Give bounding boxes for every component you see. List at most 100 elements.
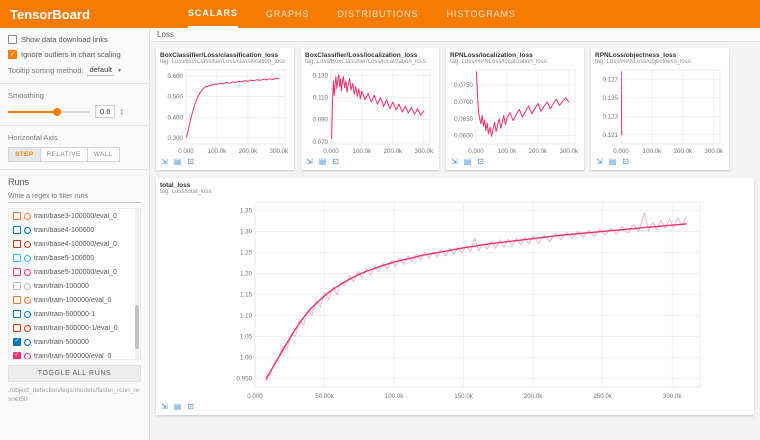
chart-plot[interactable]: 0.3000.4000.5000.6000.000100.0k200.0k300… [160,67,289,155]
run-row[interactable]: train/train-500000-1 [9,307,140,321]
chart-plot[interactable]: 0.0700.0900.1100.1300.000100.0k200.0k300… [305,67,434,155]
fit-domain-icon[interactable]: ⊡ [187,158,194,166]
svg-text:0.500: 0.500 [168,94,184,101]
svg-text:0.300: 0.300 [168,135,184,142]
chart-plot[interactable]: 0.1210.1230.1250.1270.000100.0k200.0k300… [595,67,724,155]
axis-relative-button[interactable]: RELATIVE [41,147,88,162]
chart-title: BoxClassifier/Loss/classification_loss [160,52,290,59]
run-checkbox[interactable]: ✓ [13,338,21,346]
chart-tag: tag: Loss/BoxClassifier/Loss/localizatio… [305,59,435,65]
data-table-icon[interactable]: ▤ [609,158,617,166]
run-label: train/train-500000-1 [34,311,95,318]
show-download-links-checkbox[interactable] [8,35,17,44]
svg-text:100.0k: 100.0k [385,393,404,400]
run-color-swatch [24,255,31,262]
data-table-icon[interactable]: ▤ [174,403,182,411]
svg-text:0.0650: 0.0650 [454,116,473,123]
run-checkbox[interactable]: ✓ [13,352,21,360]
runs-filter-input[interactable] [8,191,141,203]
smoothing-slider[interactable] [8,107,90,117]
toggle-all-runs-button[interactable]: TOGGLE ALL RUNS [8,365,141,382]
run-row[interactable]: train/train-100000 [9,279,140,293]
runs-scrollbar[interactable] [135,209,139,359]
expand-icon[interactable]: ⇲ [451,158,458,166]
chart-tag: tag: Loss/RPNLoss/objectness_loss [595,59,725,65]
run-color-swatch [24,353,31,360]
chart-plot[interactable]: 0.9501.001.051.101.151.201.251.301.350.0… [160,197,752,400]
run-label: train/train-100000 [34,283,89,290]
run-checkbox[interactable] [13,254,21,262]
run-label: train/base4-100000 [34,227,94,234]
svg-text:0.127: 0.127 [603,76,619,83]
chart-title: total_loss [160,182,750,189]
run-row[interactable]: ✓train/train-500000/eval_0 [9,349,140,360]
run-label: train/base5-100000/eval_0 [34,269,117,276]
horizontal-axis-buttons: STEP RELATIVE WALL [8,147,141,162]
run-checkbox[interactable] [13,212,21,220]
expand-icon[interactable]: ⇲ [306,158,313,166]
run-checkbox[interactable] [13,296,21,304]
chart-tag: tag: Loss/total_loss [160,189,750,195]
run-row[interactable]: train/train-100000/eval_0 [9,293,140,307]
chart-title: RPNLoss/objectness_loss [595,52,725,59]
tab-graphs[interactable]: GRAPHS [266,0,309,28]
tooltip-sorting-select[interactable]: default [87,65,114,76]
ignore-outliers-label: Ignore outliers in chart scaling [21,50,121,59]
app-logo: TensorBoard [0,7,188,22]
chart-tag: tag: Loss/RPNLoss/localization_loss [450,59,580,65]
svg-text:0.130: 0.130 [313,73,329,80]
data-table-icon[interactable]: ▤ [464,158,472,166]
tab-histograms[interactable]: HISTOGRAMS [446,0,515,28]
tag-group-header-loss[interactable]: Loss [150,28,760,42]
run-row[interactable]: train/base5-100000 [9,251,140,265]
slider-thumb-icon[interactable] [53,108,61,116]
svg-text:0.0700: 0.0700 [454,99,473,106]
smoothing-value-input[interactable]: 0.6 [95,105,115,118]
run-row[interactable]: ✓train/train-500000 [9,335,140,349]
chart-plot[interactable]: 0.06000.06500.07000.07500.000100.0k200.0… [450,67,579,155]
fit-domain-icon[interactable]: ⊡ [622,158,629,166]
svg-text:200.0k: 200.0k [674,148,693,155]
show-download-links-row[interactable]: Show data download links [8,35,141,44]
show-download-links-label: Show data download links [21,35,108,44]
ignore-outliers-checkbox[interactable]: ✓ [8,50,17,59]
chart-toolbar: ⇲ ▤ ⊡ [595,155,725,166]
expand-icon[interactable]: ⇲ [161,403,168,411]
run-color-swatch [24,283,31,290]
smoothing-spinner[interactable]: ▴▾ [120,108,122,116]
fit-domain-icon[interactable]: ⊡ [477,158,484,166]
svg-text:50.00k: 50.00k [315,393,334,400]
scrollbar-thumb[interactable] [135,305,139,349]
svg-text:100.0k: 100.0k [643,148,662,155]
run-checkbox[interactable] [13,240,21,248]
horizontal-axis-label: Horizontal Axis [8,133,141,142]
fit-domain-icon[interactable]: ⊡ [332,158,339,166]
axis-wall-button[interactable]: WALL [88,147,120,162]
run-checkbox[interactable] [13,310,21,318]
fit-domain-icon[interactable]: ⊡ [187,403,194,411]
svg-text:300.0k: 300.0k [415,148,434,155]
run-checkbox[interactable] [13,282,21,290]
expand-icon[interactable]: ⇲ [596,158,603,166]
run-checkbox[interactable] [13,226,21,234]
tab-scalars[interactable]: SCALARS [188,0,238,28]
run-row[interactable]: train/base4-100000 [9,223,140,237]
axis-step-button[interactable]: STEP [8,147,41,162]
run-row[interactable]: train/base4-100000/eval_0 [9,237,140,251]
svg-text:150.0k: 150.0k [454,393,473,400]
divider [0,125,149,126]
chart-card-classification-loss: BoxClassifier/Loss/classification_loss t… [156,48,294,170]
run-row[interactable]: train/base3-100000/eval_0 [9,209,140,223]
tab-distributions[interactable]: DISTRIBUTIONS [337,0,418,28]
run-row[interactable]: train/base5-100000/eval_0 [9,265,140,279]
data-table-icon[interactable]: ▤ [174,158,182,166]
ignore-outliers-row[interactable]: ✓ Ignore outliers in chart scaling [8,50,141,59]
spinner-down-icon[interactable]: ▾ [120,112,122,116]
expand-icon[interactable]: ⇲ [161,158,168,166]
run-checkbox[interactable] [13,324,21,332]
chevron-down-icon: ▾ [118,67,121,74]
run-checkbox[interactable] [13,268,21,276]
run-row[interactable]: train/train-500000-1/eval_0 [9,321,140,335]
divider [0,83,149,84]
data-table-icon[interactable]: ▤ [319,158,327,166]
